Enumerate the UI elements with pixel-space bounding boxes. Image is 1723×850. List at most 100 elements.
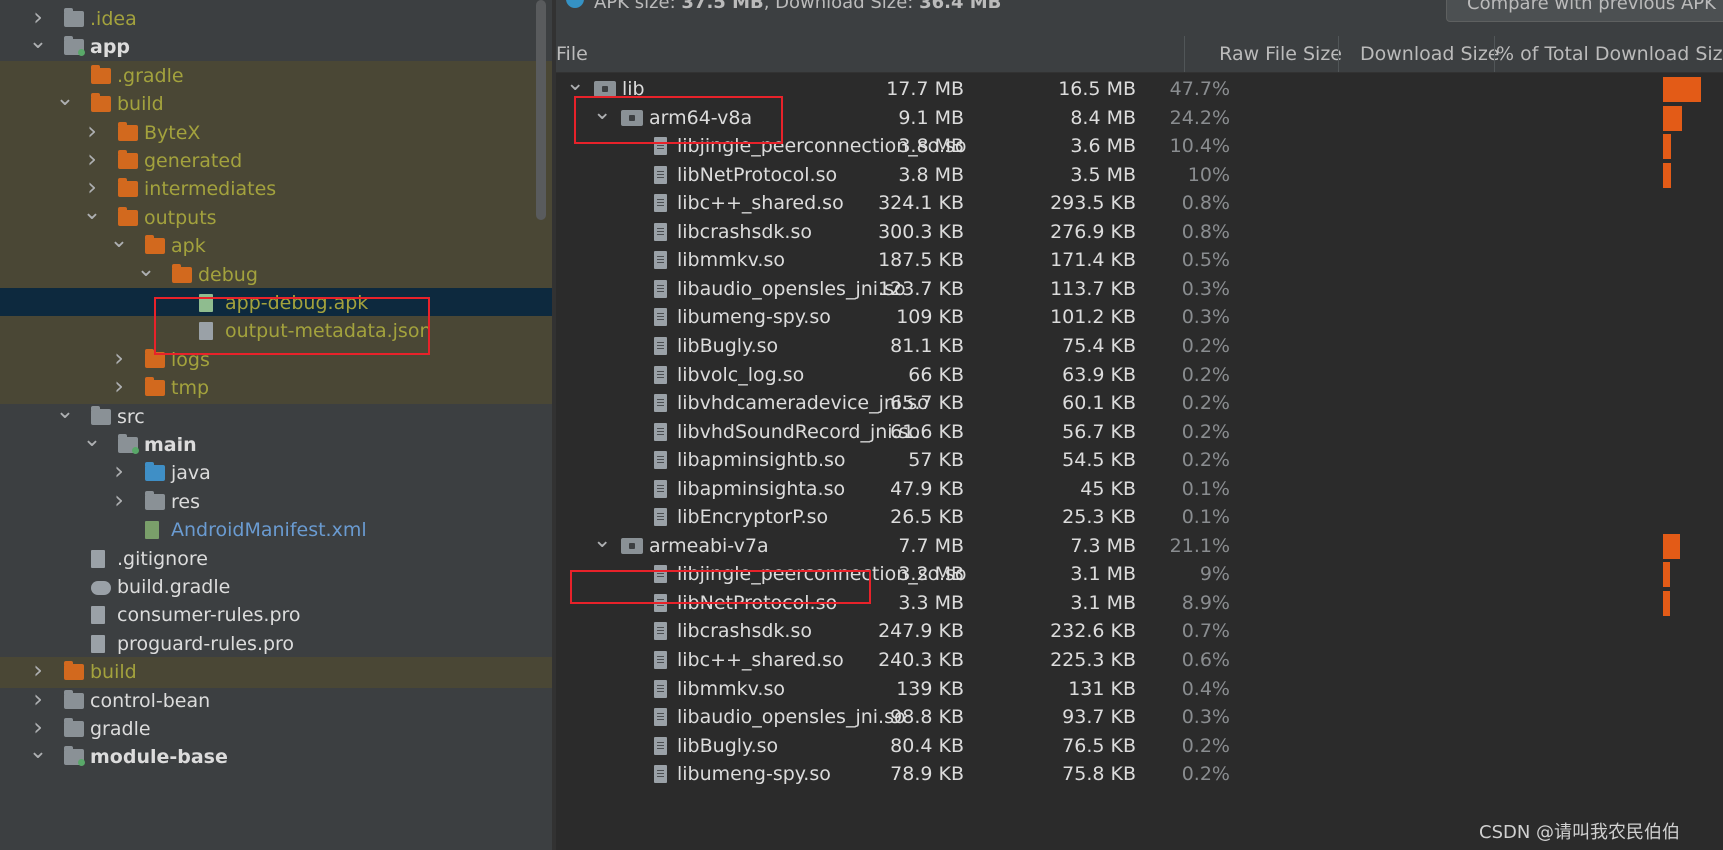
- file-name: libmmkv.so: [677, 249, 785, 272]
- file-row[interactable]: libapminsightb.so 57 KB 54.5 KB 0.2%: [556, 445, 1723, 476]
- chevron-down-icon[interactable]: ⌄: [55, 83, 75, 114]
- tree-item[interactable]: › tmp: [0, 371, 552, 405]
- file-name: libumeng-spy.so: [677, 763, 831, 786]
- chevron-right-icon[interactable]: ›: [109, 456, 129, 487]
- tree-item[interactable]: › java: [0, 456, 552, 489]
- chevron-down-icon[interactable]: ⌄: [566, 68, 584, 99]
- file-row[interactable]: libmmkv.so 139 KB 131 KB 0.4%: [556, 674, 1723, 705]
- download-size: 56.7 KB: [1062, 420, 1136, 443]
- tree-item[interactable]: ⌄ main: [0, 427, 552, 461]
- folder-orange-icon: [64, 661, 84, 681]
- folder-gray-icon: [64, 689, 84, 709]
- file-name: armeabi-v7a: [649, 534, 769, 557]
- raw-file-size: 80.4 KB: [890, 734, 964, 757]
- chevron-down-icon[interactable]: ⌄: [28, 26, 48, 57]
- scrollbar-thumb[interactable]: [536, 0, 546, 220]
- chevron-down-icon[interactable]: ⌄: [593, 525, 611, 556]
- column-separator[interactable]: [1338, 36, 1339, 72]
- tree-item[interactable]: › gradle: [0, 713, 552, 745]
- tree-item[interactable]: › control-bean: [0, 684, 552, 717]
- folder-gray-icon: [64, 718, 84, 737]
- download-size: 3.6 MB: [1070, 135, 1136, 158]
- file-row[interactable]: libEncryptorP.so 26.5 KB 25.3 KB 0.1%: [556, 502, 1723, 533]
- chevron-right-icon[interactable]: ›: [109, 485, 129, 516]
- file-name: libBugly.so: [677, 334, 779, 357]
- download-size: 16.5 MB: [1058, 78, 1136, 100]
- chevron-right-icon[interactable]: ›: [109, 343, 129, 374]
- raw-file-size: 66 KB: [908, 363, 964, 386]
- tree-item[interactable]: ⌄ debug: [0, 257, 552, 291]
- tree-item[interactable]: ⌄ module-base: [0, 739, 552, 773]
- percent-of-total: 0.8%: [1181, 220, 1230, 243]
- chevron-right-icon[interactable]: ›: [28, 655, 48, 686]
- file-icon: [654, 765, 667, 784]
- file-row[interactable]: libaudio_opensles_jni.so 123.7 KB 113.7 KB…: [556, 274, 1723, 305]
- file-row[interactable]: libvolc_log.so 66 KB 63.9 KB 0.2%: [556, 360, 1723, 391]
- chevron-right-icon[interactable]: ›: [109, 371, 129, 402]
- tree-item[interactable]: › .idea: [0, 3, 552, 35]
- tree-item[interactable]: › build: [0, 655, 552, 689]
- raw-file-size: 247.9 KB: [878, 620, 964, 643]
- chevron-right-icon[interactable]: ›: [82, 116, 102, 147]
- gradle-file-icon: [91, 581, 111, 595]
- text-file-icon: [91, 606, 105, 625]
- file-row[interactable]: libumeng-spy.so 109 KB 101.2 KB 0.3%: [556, 302, 1723, 333]
- file-row[interactable]: libvhdSoundRecord_jni.so 61.6 KB 56.7 KB 0.…: [556, 417, 1723, 448]
- tree-item[interactable]: ⌄ app: [0, 29, 552, 63]
- tree-item[interactable]: consumer-rules.pro: [0, 600, 552, 631]
- download-size: 101.2 KB: [1050, 306, 1136, 329]
- column-header-percent[interactable]: % of Total Download Size: [1496, 36, 1723, 72]
- chevron-down-icon[interactable]: ⌄: [82, 197, 102, 228]
- column-header-raw-size[interactable]: Raw File Size: [1196, 36, 1342, 72]
- file-row[interactable]: libc++_shared.so 324.1 KB 293.5 KB 0.8%: [556, 188, 1723, 219]
- file-row[interactable]: libBugly.so 80.4 KB 76.5 KB 0.2%: [556, 731, 1723, 762]
- download-size: 60.1 KB: [1062, 392, 1136, 415]
- chevron-down-icon[interactable]: ⌄: [136, 254, 156, 285]
- raw-file-size: 109 KB: [896, 306, 964, 329]
- file-row[interactable]: libmmkv.so 187.5 KB 171.4 KB 0.5%: [556, 245, 1723, 276]
- column-separator[interactable]: [1184, 36, 1185, 72]
- file-row[interactable]: libBugly.so 81.1 KB 75.4 KB 0.2%: [556, 331, 1723, 362]
- column-header-download-size[interactable]: Download Size: [1360, 36, 1500, 72]
- chevron-down-icon[interactable]: ⌄: [82, 424, 102, 455]
- tree-item[interactable]: proguard-rules.pro: [0, 629, 552, 660]
- file-row[interactable]: libNetProtocol.so 3.8 MB 3.5 MB 10%: [556, 160, 1723, 191]
- file-row[interactable]: libumeng-spy.so 78.9 KB 75.8 KB 0.2%: [556, 759, 1723, 790]
- chevron-down-icon[interactable]: ⌄: [28, 736, 48, 767]
- raw-file-size: 57 KB: [908, 449, 964, 472]
- file-name: libapminsightb.so: [677, 449, 846, 472]
- file-row[interactable]: libvhdcameradevice_jni.so 65.7 KB 60.1 KB 0…: [556, 388, 1723, 419]
- compare-with-previous-apk-button[interactable]: Compare with previous APK: [1446, 0, 1723, 22]
- dir-row[interactable]: ⌄ armeabi-v7a 7.7 MB 7.3 MB 21.1%: [556, 528, 1723, 562]
- tree-item[interactable]: build.gradle: [0, 572, 552, 603]
- folder-orange-icon: [91, 93, 111, 113]
- chevron-down-icon[interactable]: ⌄: [109, 225, 129, 256]
- tree-item[interactable]: AndroidManifest.xml: [0, 515, 552, 546]
- chevron-right-icon[interactable]: ›: [82, 144, 102, 175]
- raw-file-size: 324.1 KB: [878, 192, 964, 215]
- percent-of-total: 10%: [1187, 163, 1230, 186]
- table-header: File Raw File Size Download Size % of To…: [556, 36, 1723, 73]
- tree-item[interactable]: ⌄ apk: [0, 228, 552, 263]
- chevron-right-icon[interactable]: ›: [28, 684, 48, 715]
- file-row[interactable]: libcrashsdk.so 300.3 KB 276.9 KB 0.8%: [556, 217, 1723, 248]
- tree-item[interactable]: .gradle: [0, 60, 552, 92]
- file-row[interactable]: libapminsighta.so 47.9 KB 45 KB 0.1%: [556, 474, 1723, 505]
- download-size: 131 KB: [1068, 677, 1136, 700]
- raw-file-size: 81.1 KB: [890, 334, 964, 357]
- column-header-file[interactable]: File: [556, 36, 588, 72]
- download-size: 113.7 KB: [1050, 277, 1136, 300]
- percent-of-total: 0.1%: [1181, 506, 1230, 529]
- tree-item[interactable]: › res: [0, 485, 552, 518]
- file-row[interactable]: libcrashsdk.so 247.9 KB 232.6 KB 0.7%: [556, 616, 1723, 647]
- file-row[interactable]: libc++_shared.so 240.3 KB 225.3 KB 0.6%: [556, 645, 1723, 676]
- chevron-down-icon[interactable]: ⌄: [55, 396, 75, 427]
- tree-item-label: intermediates: [144, 178, 277, 201]
- tree-item[interactable]: .gitignore: [0, 544, 552, 575]
- column-separator[interactable]: [1494, 36, 1495, 72]
- file-icon: [654, 708, 667, 727]
- tree-item[interactable]: ⌄ outputs: [0, 200, 552, 234]
- file-row[interactable]: libaudio_opensles_jni.so 98.8 KB 93.7 KB 0.…: [556, 702, 1723, 733]
- folder-orange-icon: [172, 263, 192, 283]
- download-size: 93.7 KB: [1062, 706, 1136, 729]
